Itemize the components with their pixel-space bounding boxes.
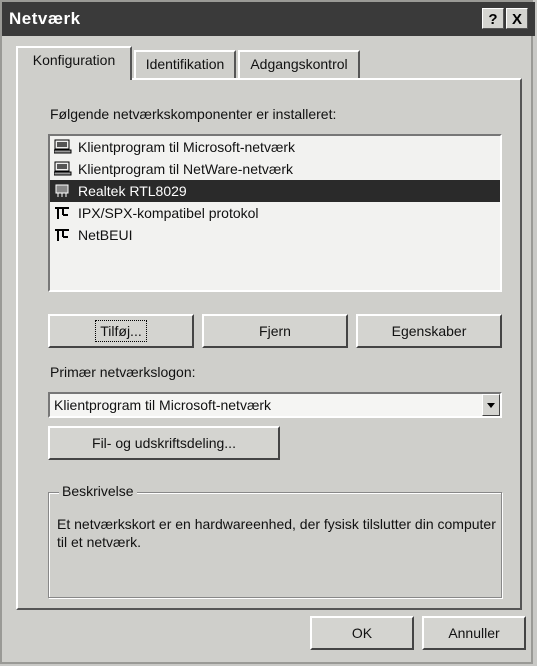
- close-button[interactable]: X: [506, 8, 528, 29]
- list-item-label: IPX/SPX-kompatibel protokol: [78, 205, 259, 221]
- protocol-icon: [55, 229, 69, 241]
- cancel-button[interactable]: Annuller: [422, 616, 526, 650]
- network-client-icon: [54, 139, 72, 154]
- protocol-icon: [55, 207, 69, 219]
- chevron-down-icon[interactable]: [482, 394, 500, 416]
- add-button-label: Tilføj...: [95, 320, 147, 342]
- network-client-icon: [54, 161, 72, 176]
- tab-adgangskontrol[interactable]: Adgangskontrol: [238, 50, 360, 78]
- list-item[interactable]: Klientprogram til Microsoft-netværk: [50, 136, 500, 158]
- description-text: Et netværkskort er en hardwareenhed, der…: [57, 516, 496, 550]
- file-print-sharing-button[interactable]: Fil- og udskriftsdeling...: [48, 426, 280, 460]
- list-item-label: Klientprogram til Microsoft-netværk: [78, 139, 296, 155]
- tab-identifikation[interactable]: Identifikation: [134, 50, 236, 78]
- description-group: Beskrivelse Et netværkskort er en hardwa…: [48, 483, 502, 598]
- remove-button[interactable]: Fjern: [202, 314, 348, 348]
- properties-button[interactable]: Egenskaber: [356, 314, 502, 348]
- network-adapter-icon: [55, 184, 69, 197]
- components-label: Følgende netværkskomponenter er installe…: [50, 106, 337, 122]
- list-item-label: Realtek RTL8029: [78, 183, 187, 199]
- list-item-label: Klientprogram til NetWare-netværk: [78, 161, 293, 177]
- list-item-label: NetBEUI: [78, 227, 133, 243]
- list-item[interactable]: IPX/SPX-kompatibel protokol: [50, 202, 500, 224]
- window-title: Netværk: [9, 9, 81, 28]
- add-button[interactable]: Tilføj...: [48, 314, 194, 348]
- network-dialog: Netværk ? X Konfiguration Identifikation…: [0, 0, 535, 664]
- description-legend: Beskrivelse: [59, 483, 137, 499]
- components-listbox[interactable]: Klientprogram til Microsoft-netværk Klie…: [48, 134, 502, 292]
- tab-konfiguration[interactable]: Konfiguration: [16, 46, 132, 80]
- primary-logon-select[interactable]: Klientprogram til Microsoft-netværk: [48, 392, 502, 418]
- list-item[interactable]: Klientprogram til NetWare-netværk: [50, 158, 500, 180]
- list-item[interactable]: Realtek RTL8029: [50, 180, 500, 202]
- title-bar: Netværk ? X: [2, 2, 535, 36]
- help-button[interactable]: ?: [482, 8, 504, 29]
- logon-label: Primær netværkslogon:: [50, 364, 196, 380]
- list-item[interactable]: NetBEUI: [50, 224, 500, 246]
- primary-logon-value: Klientprogram til Microsoft-netværk: [54, 397, 272, 413]
- ok-button[interactable]: OK: [310, 616, 414, 650]
